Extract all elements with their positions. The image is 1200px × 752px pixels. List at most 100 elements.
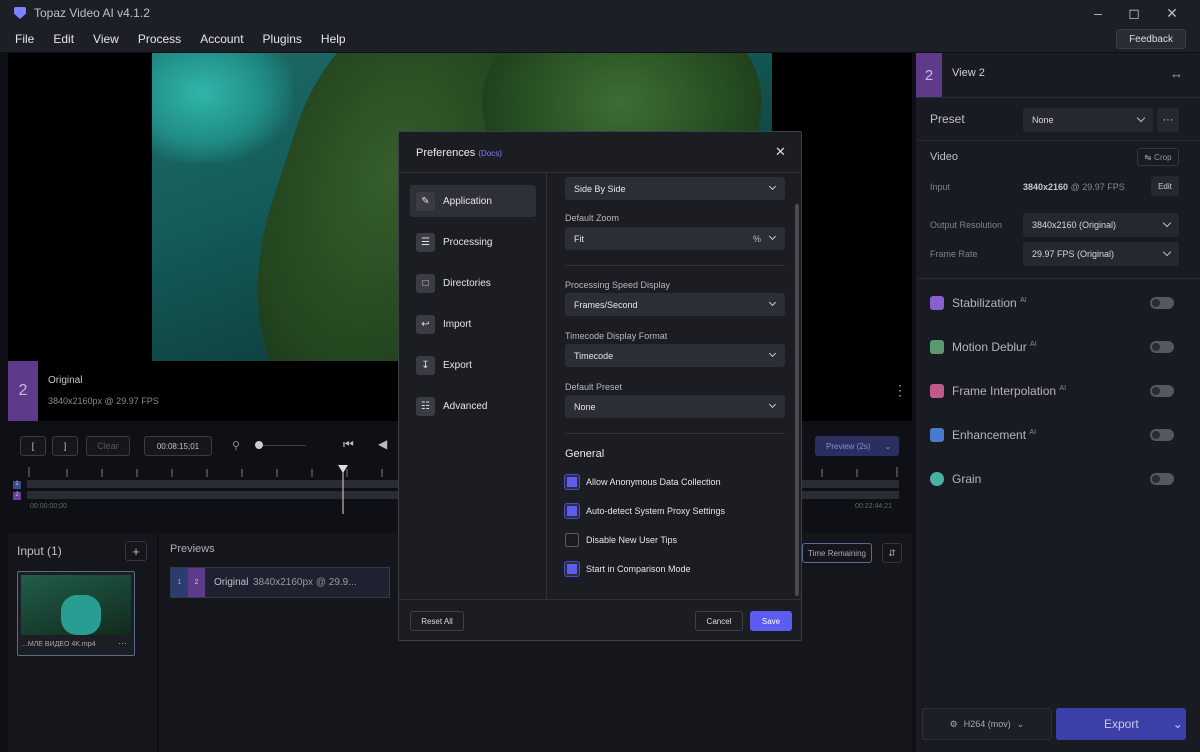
anonymous-data-checkbox[interactable]	[565, 475, 579, 489]
input-edit-button[interactable]: Edit	[1151, 176, 1179, 196]
sliders-icon: ☷	[416, 396, 435, 416]
preview-item[interactable]: 1 2 Original 3840x2160px @ 29.9...	[170, 567, 390, 598]
nav-export[interactable]: ↧ Export	[410, 349, 536, 381]
nav-import[interactable]: ↩ Import	[410, 308, 536, 340]
grain-icon	[930, 472, 944, 486]
topaz-logo-icon	[14, 7, 26, 19]
export-button[interactable]: Export ⌄	[1056, 708, 1186, 740]
menu-edit[interactable]: Edit	[53, 32, 74, 46]
view-more-icon[interactable]: ⋮	[893, 382, 907, 399]
window-title: Topaz Video AI v4.1.2	[34, 6, 150, 20]
menu-plugins[interactable]: Plugins	[263, 32, 302, 46]
preview-button[interactable]: Preview (2s) ⌄	[815, 436, 899, 456]
frame-rate-value: 29.97 FPS (Original)	[1032, 249, 1115, 259]
default-zoom-dropdown[interactable]: Fit%	[565, 227, 785, 250]
nav-application[interactable]: ✎ Application	[410, 185, 536, 217]
menu-file[interactable]: File	[15, 32, 34, 46]
track-2-marker: 2	[13, 492, 21, 500]
timeline-end-timecode: 00:22:44;21	[855, 503, 892, 510]
zoom-slider[interactable]	[256, 445, 306, 446]
nav-directories-label: Directories	[443, 277, 491, 289]
stabilization-toggle[interactable]	[1150, 297, 1174, 309]
frame-interpolation-icon	[930, 384, 944, 398]
compare-mode-dropdown[interactable]: Side By Side	[565, 177, 785, 200]
application-icon: ✎	[416, 191, 435, 211]
frame-interpolation-toggle[interactable]	[1150, 385, 1174, 397]
swap-view-icon[interactable]: ↔	[1170, 66, 1183, 81]
import-icon: ↩	[416, 314, 435, 334]
ai-badge: AI	[1030, 341, 1037, 348]
menu-account[interactable]: Account	[200, 32, 243, 46]
default-preset-dropdown[interactable]: None	[565, 395, 785, 418]
proxy-settings-checkbox[interactable]	[565, 504, 579, 518]
mark-out-button[interactable]: ]	[52, 436, 78, 456]
clip-thumbnail	[21, 575, 131, 635]
frame-interpolation-label: Frame Interpolation	[952, 384, 1057, 398]
comparison-mode-checkbox[interactable]	[565, 562, 579, 576]
close-window-button[interactable]: ✕	[1152, 0, 1192, 26]
panel-divider	[157, 533, 159, 752]
menu-process[interactable]: Process	[138, 32, 181, 46]
folder-icon: □	[416, 273, 435, 293]
previous-frame-icon[interactable]: ◀	[378, 437, 387, 451]
nav-processing[interactable]: ☰ Processing	[410, 226, 536, 258]
stabilization-icon	[930, 296, 944, 310]
enhancement-toggle[interactable]	[1150, 429, 1174, 441]
docs-link[interactable]: (Docs)	[478, 149, 502, 158]
speed-display-value: Frames/Second	[574, 299, 638, 310]
view-2-number: 2	[916, 53, 942, 97]
feedback-button[interactable]: Feedback	[1116, 29, 1186, 49]
nav-directories[interactable]: □ Directories	[410, 267, 536, 299]
chevron-down-icon[interactable]: ⌄	[884, 442, 891, 451]
timecode-field[interactable]: 00:08:15;01	[144, 436, 212, 456]
settings-scrollbar[interactable]	[795, 204, 799, 596]
sort-icon[interactable]: ⇵	[882, 543, 902, 563]
crop-button[interactable]: ↹ Crop	[1137, 148, 1179, 166]
speed-display-dropdown[interactable]: Frames/Second	[565, 293, 785, 316]
track-1-marker: 1	[13, 481, 21, 489]
motion-deblur-feature: Motion Deblur AI	[952, 340, 1037, 354]
preset-more-button[interactable]: ···	[1157, 108, 1179, 132]
default-zoom-value: Fit	[574, 233, 584, 244]
reset-all-button[interactable]: Reset All	[410, 611, 464, 631]
nav-advanced[interactable]: ☷ Advanced	[410, 390, 536, 422]
chevron-down-icon	[1136, 113, 1146, 123]
timecode-format-dropdown[interactable]: Timecode	[565, 344, 785, 367]
time-remaining-button[interactable]: Time Remaining	[802, 543, 872, 563]
skip-to-start-icon[interactable]: ⏮	[343, 437, 354, 452]
stabilization-feature: Stabilization AI	[952, 296, 1027, 310]
minimize-button[interactable]: –	[1078, 0, 1118, 26]
input-clip-card[interactable]: ...МЛЕ ВИДЕО 4K.mp4 ···	[17, 571, 135, 656]
disable-tips-checkbox[interactable]	[565, 533, 579, 547]
previews-title: Previews	[170, 543, 215, 555]
output-resolution-dropdown[interactable]: 3840x2160 (Original)	[1023, 213, 1179, 237]
speed-display-label: Processing Speed Display	[565, 280, 671, 290]
export-chevron-icon[interactable]: ⌄	[1173, 717, 1183, 731]
maximize-button[interactable]: ◻	[1114, 0, 1154, 26]
save-button[interactable]: Save	[750, 611, 792, 631]
clip-more-icon[interactable]: ···	[118, 638, 127, 648]
chevron-down-icon	[768, 349, 777, 358]
close-dialog-icon[interactable]: ✕	[775, 144, 786, 160]
add-input-button[interactable]: +	[125, 541, 147, 561]
menu-view[interactable]: View	[93, 32, 119, 46]
zoom-unit: %	[752, 233, 761, 244]
codec-button[interactable]: ⚙ H264 (mov) ⌄	[922, 708, 1052, 740]
mark-in-button[interactable]: [	[20, 436, 46, 456]
chevron-down-icon: ⌄	[1016, 718, 1025, 729]
chevron-down-icon	[768, 298, 777, 307]
zoom-slider-handle[interactable]	[255, 441, 263, 449]
cancel-button[interactable]: Cancel	[695, 611, 743, 631]
preset-dropdown[interactable]: None	[1023, 108, 1153, 132]
frame-rate-dropdown[interactable]: 29.97 FPS (Original)	[1023, 242, 1179, 266]
menu-help[interactable]: Help	[321, 32, 346, 46]
grain-toggle[interactable]	[1150, 473, 1174, 485]
comparison-mode-label: Start in Comparison Mode	[586, 564, 691, 574]
title-bar: Topaz Video AI v4.1.2 – ◻ ✕	[0, 0, 1200, 26]
motion-deblur-toggle[interactable]	[1150, 341, 1174, 353]
view-number: 2	[8, 361, 38, 421]
chevron-down-icon	[1162, 247, 1172, 257]
clear-button[interactable]: Clear	[86, 436, 130, 456]
ai-badge: AI	[1029, 429, 1037, 436]
zoom-search-icon: ⚲	[232, 440, 241, 452]
